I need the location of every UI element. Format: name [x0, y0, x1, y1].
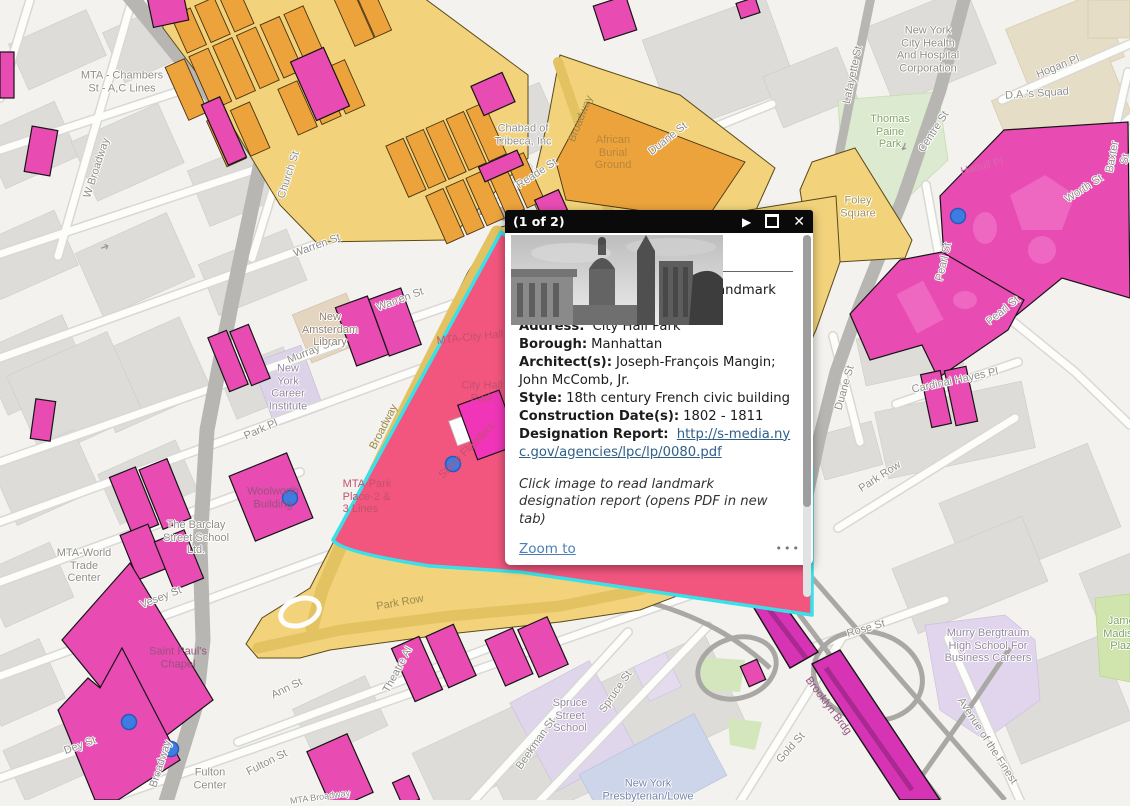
landmark-point-195-broadway[interactable]	[122, 715, 137, 730]
field-style: Style:18th century French civic building	[519, 390, 793, 408]
popup-content: City Hall | LP-0080 Landmark Type:Indivi…	[505, 233, 813, 565]
popup-pagination: (1 of 2)	[513, 214, 565, 229]
brooklyn-bridge-landmark[interactable]	[748, 588, 940, 800]
field-borough: Borough:Manhattan	[519, 336, 793, 354]
field-designation-report: Designation Report: http://s-media.nyc.g…	[519, 426, 793, 462]
field-architects: Architect(s):Joseph-François Mangin; Joh…	[519, 354, 793, 390]
next-feature-icon[interactable]: ▶	[742, 216, 751, 228]
popup-footer: Zoom to •••	[519, 541, 793, 557]
zoom-to-link[interactable]: Zoom to	[519, 541, 576, 557]
field-construction-dates: Construction Date(s):1802 - 1811	[519, 408, 793, 426]
maximize-icon[interactable]	[765, 214, 779, 230]
feature-popup: (1 of 2) ▶ ✕ City Hall | LP-0080 Landmar…	[505, 210, 813, 565]
landmark-point-broadway[interactable]	[164, 742, 179, 757]
popup-note: Click image to read landmark designation…	[519, 476, 793, 529]
landmark-point-woolworth[interactable]	[283, 491, 298, 506]
popup-scrollbar-thumb[interactable]	[803, 235, 811, 507]
popup-scrollbar[interactable]	[803, 235, 811, 597]
landmark-point-city-hall[interactable]	[446, 457, 461, 472]
popup-titlebar: (1 of 2) ▶ ✕	[505, 210, 813, 233]
map-canvas[interactable]: ➜ ➜ ➜ ➜ New York	[0, 0, 1130, 800]
landmark-photo[interactable]	[511, 235, 723, 325]
close-icon[interactable]: ✕	[793, 215, 805, 229]
landmark-point-hamill[interactable]	[951, 209, 966, 224]
more-options-icon[interactable]: •••	[776, 542, 801, 555]
woolworth-landmark[interactable]	[229, 453, 313, 541]
